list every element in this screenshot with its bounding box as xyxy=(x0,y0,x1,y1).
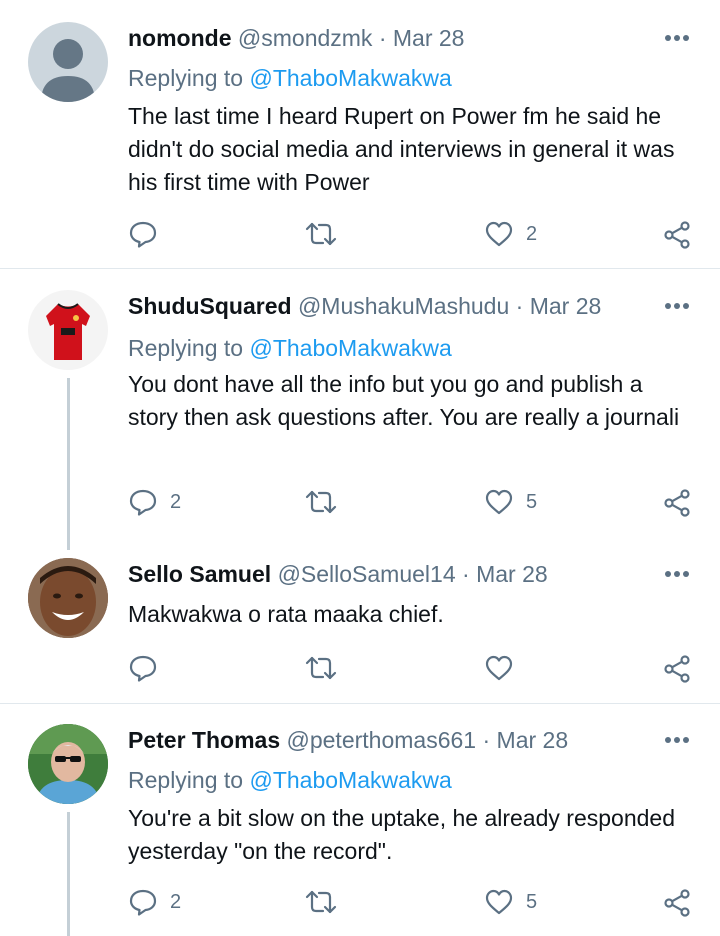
reply-icon xyxy=(129,221,157,248)
tweet-header: Peter Thomas @peterthomas661 · Mar 28 xyxy=(128,724,568,756)
reply-icon xyxy=(129,489,157,516)
like-icon xyxy=(485,489,513,515)
display-name[interactable]: nomonde xyxy=(128,25,232,51)
reply-button[interactable]: 2 xyxy=(128,488,181,516)
share-button[interactable] xyxy=(662,488,692,518)
like-icon xyxy=(485,221,513,247)
tweet[interactable]: nomonde @smondzmk · Mar 28 Replying to @… xyxy=(0,22,720,268)
share-icon xyxy=(664,221,690,249)
retweet-button[interactable] xyxy=(304,654,350,682)
handle[interactable]: @MushakuMashudu xyxy=(298,293,509,319)
reply-button[interactable] xyxy=(128,220,170,248)
timestamp[interactable]: Mar 28 xyxy=(476,561,548,587)
reply-icon xyxy=(129,889,157,916)
replying-to: Replying to @ThaboMakwakwa xyxy=(128,62,452,94)
replying-to-label: Replying to xyxy=(128,65,250,91)
more-icon[interactable] xyxy=(662,296,694,316)
more-icon[interactable] xyxy=(662,564,694,584)
share-icon xyxy=(664,489,690,517)
tweet-text: You dont have all the info but you go an… xyxy=(128,371,680,430)
like-count: 5 xyxy=(526,890,538,913)
avatar[interactable] xyxy=(28,558,108,638)
like-icon xyxy=(485,655,513,681)
handle[interactable]: @SelloSamuel14 xyxy=(278,561,456,587)
display-name[interactable]: Sello Samuel xyxy=(128,561,271,587)
more-icon[interactable] xyxy=(662,28,694,48)
replying-to-label: Replying to xyxy=(128,335,250,361)
tweet[interactable]: Sello Samuel @SelloSamuel14 · Mar 28 Mak… xyxy=(0,558,720,702)
separator-dot: · xyxy=(515,293,524,319)
retweet-button[interactable] xyxy=(304,220,350,248)
retweet-icon xyxy=(305,656,337,680)
display-name[interactable]: ShuduSquared xyxy=(128,293,292,319)
like-count: 2 xyxy=(526,222,538,245)
reply-count: 2 xyxy=(170,890,182,913)
separator-dot: · xyxy=(482,727,491,753)
handle[interactable]: @peterthomas661 xyxy=(287,727,477,753)
tweet-header: Sello Samuel @SelloSamuel14 · Mar 28 xyxy=(128,558,548,590)
timestamp[interactable]: Mar 28 xyxy=(530,293,602,319)
reply-button[interactable]: 2 xyxy=(128,888,181,916)
retweet-button[interactable] xyxy=(304,488,350,516)
tweet-text: Makwakwa o rata maaka chief. xyxy=(128,601,444,627)
timestamp[interactable]: Mar 28 xyxy=(393,25,465,51)
retweet-button[interactable] xyxy=(304,888,350,916)
reply-icon xyxy=(129,655,157,682)
display-name[interactable]: Peter Thomas xyxy=(128,727,280,753)
share-button[interactable] xyxy=(662,654,692,684)
replying-to-label: Replying to xyxy=(128,767,250,793)
retweet-icon xyxy=(305,490,337,514)
like-button[interactable]: 5 xyxy=(484,488,537,516)
divider xyxy=(0,268,720,269)
share-icon xyxy=(664,655,690,683)
tweet-text: You're a bit slow on the uptake, he alre… xyxy=(128,805,675,864)
mention-link[interactable]: @ThaboMakwakwa xyxy=(249,335,451,361)
replying-to: Replying to @ThaboMakwakwa xyxy=(128,764,452,796)
share-icon xyxy=(664,889,690,917)
avatar[interactable] xyxy=(28,22,108,102)
retweet-icon xyxy=(305,222,337,246)
mention-link[interactable]: @ThaboMakwakwa xyxy=(249,65,451,91)
handle[interactable]: @smondzmk xyxy=(238,25,373,51)
reply-count: 2 xyxy=(170,490,182,513)
tweet-header: nomonde @smondzmk · Mar 28 xyxy=(128,22,464,54)
like-button[interactable]: 2 xyxy=(484,220,537,248)
mention-link[interactable]: @ThaboMakwakwa xyxy=(249,767,451,793)
avatar[interactable] xyxy=(28,724,108,804)
tweet-header: ShuduSquared @MushakuMashudu · Mar 28 xyxy=(128,290,601,322)
share-button[interactable] xyxy=(662,220,692,250)
replying-to: Replying to @ThaboMakwakwa xyxy=(128,332,452,364)
reply-button[interactable] xyxy=(128,654,170,682)
like-button[interactable]: 5 xyxy=(484,888,537,916)
timestamp[interactable]: Mar 28 xyxy=(497,727,569,753)
divider xyxy=(0,703,720,704)
like-button[interactable] xyxy=(484,654,526,682)
more-icon[interactable] xyxy=(662,730,694,750)
retweet-icon xyxy=(305,890,337,914)
tweet[interactable]: ShuduSquared @MushakuMashudu · Mar 28 Re… xyxy=(0,290,720,536)
like-icon xyxy=(485,889,513,915)
avatar[interactable] xyxy=(28,290,108,370)
share-button[interactable] xyxy=(662,888,692,918)
tweet-text: The last time I heard Rupert on Power fm… xyxy=(128,103,675,195)
like-count: 5 xyxy=(526,490,538,513)
separator-dot: · xyxy=(378,25,387,51)
separator-dot: · xyxy=(462,561,470,587)
tweet[interactable]: Peter Thomas @peterthomas661 · Mar 28 Re… xyxy=(0,724,720,936)
